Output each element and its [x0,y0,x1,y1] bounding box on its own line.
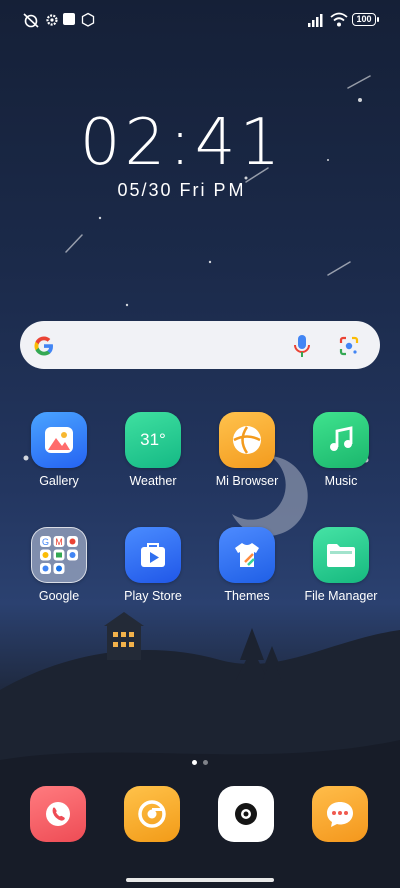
settings-icon [46,14,58,26]
dock-phone[interactable] [30,786,86,842]
app-label: Mi Browser [215,474,279,488]
alarm-off-icon [23,13,39,28]
home-indicator[interactable] [126,878,274,882]
day-value: Fri [179,180,207,200]
battery-level: 100 [356,14,372,24]
app-google-folder[interactable]: G M Google [12,527,106,603]
app-weather[interactable]: 31° Weather [106,412,200,488]
star [125,303,129,307]
app-play-store[interactable]: Play Store [106,527,200,603]
play-store-icon [125,527,181,583]
period-value: PM [213,180,247,200]
phone-icon [30,786,86,842]
app-label: Themes [224,589,270,603]
tv-icon [81,12,95,27]
star [98,216,102,220]
themes-icon [219,527,275,583]
app-label: Play Store [124,589,182,603]
date-value: 05/30 [117,180,173,200]
clock-time[interactable]: 02:41 [0,106,364,180]
mi-browser-icon [219,412,275,468]
house [104,612,144,660]
page-dot-active[interactable] [192,760,197,765]
google-search-bar[interactable] [20,321,380,369]
dock-camera[interactable] [218,786,274,842]
star [358,98,362,102]
app-label: Weather [129,474,177,488]
file-manager-icon [313,527,369,583]
clock-date[interactable]: 05/30 Fri PM [0,180,364,201]
app-label: Gallery [39,474,79,488]
weather-icon: 31° [125,412,181,468]
meteor [347,75,371,89]
svg-text:G: G [42,537,49,547]
page-dot[interactable] [203,760,208,765]
app-label: Music [324,474,358,488]
app-file-manager[interactable]: File Manager [294,527,388,603]
status-bar: 100 [0,0,400,40]
google-lens-icon[interactable] [338,335,360,357]
page-indicator [189,752,211,770]
svg-text:M: M [55,537,63,547]
dock-chrome[interactable] [124,786,180,842]
gallery-icon [31,412,87,468]
music-icon [313,412,369,468]
meteor [327,261,351,276]
signal-icon [308,14,323,27]
dock-messages[interactable] [312,786,368,842]
wifi-icon [330,12,348,27]
square-icon [63,13,75,25]
chrome-icon [124,786,180,842]
battery-icon: 100 [352,13,379,26]
weather-temp: 31° [140,430,166,449]
app-themes[interactable]: Themes [200,527,294,603]
messages-icon [312,786,368,842]
app-label: File Manager [304,589,378,603]
app-label: Google [38,589,80,603]
camera-icon [218,786,274,842]
app-gallery[interactable]: Gallery [12,412,106,488]
microphone-icon[interactable] [292,333,312,359]
app-mi-browser[interactable]: Mi Browser [200,412,294,488]
star [208,260,212,264]
google-g-icon [34,336,53,356]
trees [236,628,282,682]
app-music[interactable]: Music [294,412,388,488]
google-folder-icon: G M [31,527,87,583]
meteor [65,234,83,253]
